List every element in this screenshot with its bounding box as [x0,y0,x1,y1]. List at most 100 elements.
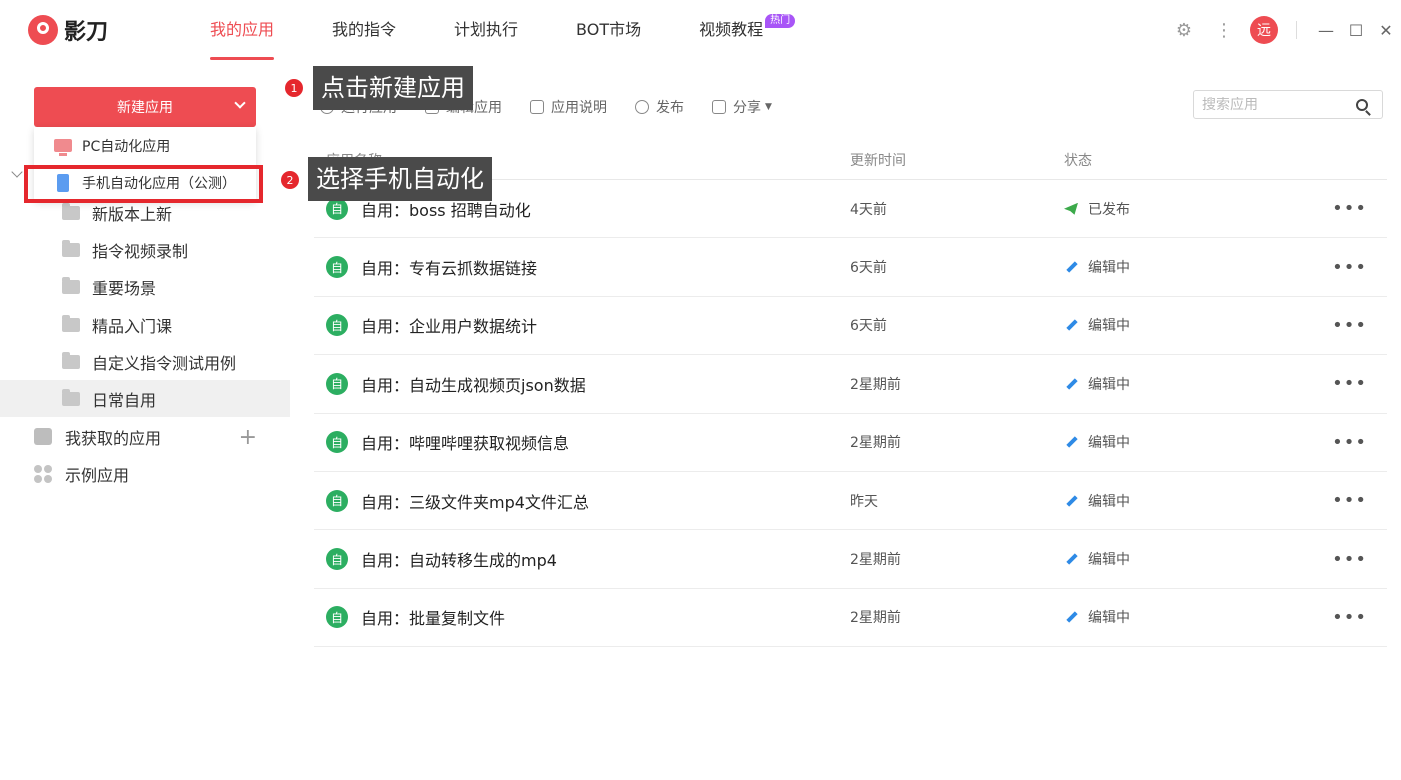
app-doc-button[interactable]: 应用说明 [530,97,607,117]
table-row[interactable]: 自自用：企业用户数据统计 6天前 编辑中 ••• [314,297,1387,356]
updated-time: 6天前 [850,318,887,335]
more-options-icon[interactable]: ••• [1332,490,1367,511]
folder-label: 精品入门课 [92,316,173,336]
tab-my-apps[interactable]: 我的应用 [210,0,275,60]
dropdown-item-pc-app[interactable]: PC自动化应用 [34,127,256,164]
table-row[interactable]: 自自用：哔哩哔哩获取视频信息 2星期前 编辑中 ••• [314,414,1387,472]
sidebar-folder-item-selected[interactable]: 日常自用 [0,380,290,417]
tab-bot-market[interactable]: BOT市场 [576,0,641,60]
table-row[interactable]: 自自用：批量复制文件 2星期前 编辑中 ••• [314,589,1387,648]
chevron-down-icon [234,97,246,109]
status-label: 编辑中 [1088,260,1130,277]
new-app-button[interactable]: 新建应用 [34,87,256,127]
app-name-cell: 自自用：专有云抓数据链接 [326,255,537,279]
app-type-badge-icon: 自 [326,372,348,395]
pc-icon [54,139,72,156]
table-row[interactable]: 自自用：专有云抓数据链接 6天前 编辑中 ••• [314,238,1387,297]
search-input[interactable] [1202,96,1352,113]
sidebar-item-acquired-apps[interactable]: 我获取的应用 + [0,418,290,455]
updated-time: 2星期前 [850,435,901,452]
step-2-marker: 2 [281,171,299,189]
app-name: 自用：企业用户数据统计 [361,317,538,337]
close-icon[interactable]: ✕ [1371,10,1401,50]
more-options-icon[interactable]: ••• [1332,315,1367,336]
share-button[interactable]: 分享 ▼ [712,97,772,117]
sidebar-folder-item[interactable]: 指令视频录制 [0,231,290,268]
add-icon[interactable]: + [239,425,257,450]
minimize-icon[interactable]: — [1311,10,1341,50]
status-cell: 编辑中 [1064,491,1130,511]
publish-button[interactable]: 发布 [635,97,684,117]
app-name: 自用：自动转移生成的mp4 [361,551,557,571]
app-name-cell: 自自用：哔哩哔哩获取视频信息 [326,430,569,454]
more-options-icon[interactable]: ••• [1332,607,1367,628]
status-label: 编辑中 [1088,376,1130,393]
pencil-icon [1064,260,1078,274]
more-vertical-icon[interactable]: ⋮ [1204,10,1244,50]
app-name-cell: 自自用：企业用户数据统计 [326,313,537,337]
settings-gear-icon[interactable]: ⚙ [1164,10,1204,50]
app-type-badge-icon: 自 [326,548,348,571]
main-nav: 我的应用 我的指令 计划执行 BOT市场 视频教程 热门 [210,0,821,60]
app-name: 自用：批量复制文件 [361,609,506,629]
highlight-box [24,165,263,203]
status-cell: 编辑中 [1064,315,1130,335]
caret-down-icon[interactable] [11,166,23,178]
step-1-callout: 点击新建应用 [313,66,473,110]
pencil-icon [1064,494,1078,508]
hot-badge: 热门 [765,14,796,28]
tab-video-tutorials[interactable]: 视频教程 热门 [699,0,796,60]
share-label: 分享 [733,100,761,116]
folder-icon [62,239,80,257]
status-label: 已发布 [1088,201,1130,218]
app-name: 自用：专有云抓数据链接 [361,259,538,279]
user-avatar[interactable]: 远 [1250,16,1278,44]
folder-label: 自定义指令测试用例 [92,353,237,373]
more-options-icon[interactable]: ••• [1332,432,1367,453]
app-name: 影刀 [64,20,109,45]
folder-icon [62,388,80,406]
status-label: 编辑中 [1088,318,1130,335]
tab-scheduled-runs[interactable]: 计划执行 [454,0,518,60]
publish-label: 发布 [656,100,684,116]
more-options-icon[interactable]: ••• [1332,198,1367,219]
folder-icon [62,276,80,294]
table-row[interactable]: 自自用：自动生成视频页json数据 2星期前 编辑中 ••• [314,355,1387,414]
sidebar-folder-item[interactable]: 自定义指令测试用例 [0,343,290,380]
app-type-badge-icon: 自 [326,489,348,512]
maximize-icon[interactable]: ☐ [1341,10,1371,50]
more-options-icon[interactable]: ••• [1332,549,1367,570]
search-icon[interactable] [1356,99,1368,111]
tab-my-commands[interactable]: 我的指令 [332,0,396,60]
app-type-badge-icon: 自 [326,314,348,337]
pencil-icon [1064,552,1078,566]
table-body: 自自用：boss 招聘自动化 4天前 已发布 ••• 自自用：专有云抓数据链接 6天前 编辑… [314,180,1387,648]
app-name: 自用：哔哩哔哩获取视频信息 [361,434,570,454]
updated-time: 2星期前 [850,376,901,393]
app-name: 自用：自动生成视频页json数据 [361,375,586,395]
window-controls: ⚙ ⋮ 远 — ☐ ✕ [1164,0,1401,60]
tab-video-tutorials-label: 视频教程 [699,20,764,39]
more-options-icon[interactable]: ••• [1332,373,1367,394]
share-icon [712,100,726,114]
status-cell: 编辑中 [1064,549,1130,569]
app-name-cell: 自自用：批量复制文件 [326,605,505,629]
logo-icon [28,15,58,45]
step-2-callout: 选择手机自动化 [308,157,492,201]
app-type-badge-icon: 自 [326,431,348,454]
grid-icon [34,464,52,483]
updated-time: 4天前 [850,201,887,218]
updated-time: 昨天 [850,493,878,510]
folder-icon [62,351,80,369]
send-icon [635,100,649,114]
column-header-time: 更新时间 [850,152,906,169]
app-name-cell: 自自用：三级文件夹mp4文件汇总 [326,489,589,513]
sidebar-folder-item[interactable]: 精品入门课 [0,306,290,343]
table-row[interactable]: 自自用：自动转移生成的mp4 2星期前 编辑中 ••• [314,530,1387,589]
app-name-cell: 自自用：自动转移生成的mp4 [326,547,557,571]
table-row[interactable]: 自自用：三级文件夹mp4文件汇总 昨天 编辑中 ••• [314,472,1387,531]
more-options-icon[interactable]: ••• [1332,257,1367,278]
app-doc-label: 应用说明 [551,100,607,116]
sidebar-folder-item[interactable]: 重要场景 [0,268,290,305]
sidebar-item-example-apps[interactable]: 示例应用 [0,455,290,492]
